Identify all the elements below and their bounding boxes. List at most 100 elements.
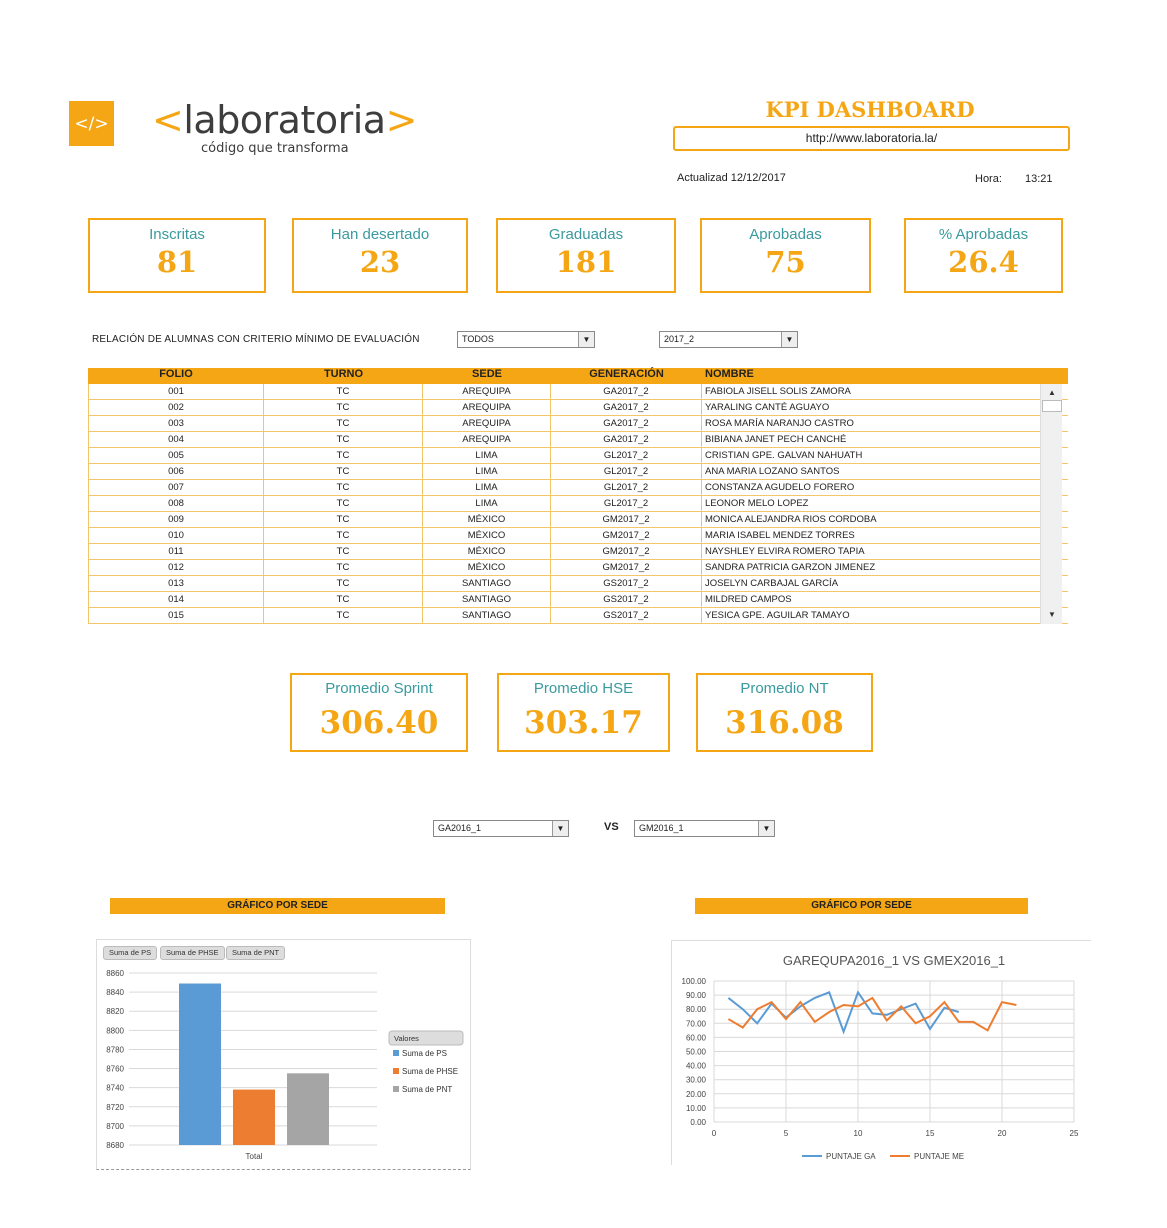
bar-chart-container: Suma de PS Suma de PHSE Suma de PNT 8680… bbox=[96, 939, 471, 1170]
table-row[interactable]: 008 TC LIMA GL2017_2 LEONOR MELO LOPEZ bbox=[88, 496, 1068, 512]
compare-left-dropdown[interactable]: GA2016_1 ▼ bbox=[433, 820, 569, 837]
cell-nombre: YESICA GPE. AGUILAR TAMAYO bbox=[705, 610, 850, 621]
table-row[interactable]: 013 TC SANTIAGO GS2017_2 JOSELYN CARBAJAL GA… bbox=[88, 576, 1068, 592]
sede-dropdown[interactable]: TODOS ▼ bbox=[457, 331, 595, 348]
cell-nombre: SANDRA PATRICIA GARZON JIMENEZ bbox=[705, 562, 876, 573]
legend-label: Suma de PHSE bbox=[402, 1067, 458, 1076]
table-row[interactable]: 003 TC AREQUIPA GA2017_2 ROSA MARÍA NARANJO … bbox=[88, 416, 1068, 432]
hora-label: Hora: bbox=[975, 173, 1002, 185]
x-tick-label: 0 bbox=[712, 1129, 717, 1138]
table-row[interactable]: 015 TC SANTIAGO GS2017_2 YESICA GPE. AGUILAR… bbox=[88, 608, 1068, 624]
table-row[interactable]: 011 TC MÉXICO GM2017_2 NAYSHLEY ELVIRA ROMER… bbox=[88, 544, 1068, 560]
url-link[interactable]: http://www.laboratoria.la/ bbox=[673, 126, 1070, 151]
cell-folio: 001 bbox=[88, 384, 264, 399]
kpi-label: Han desertado bbox=[330, 226, 430, 243]
avg-label: Promedio NT bbox=[740, 680, 829, 697]
chevron-down-icon[interactable]: ▼ bbox=[578, 332, 594, 347]
x-tick-label: 20 bbox=[998, 1129, 1007, 1138]
avg-label: Promedio Sprint bbox=[325, 680, 433, 697]
table-scrollbar[interactable]: ▲ ▼ bbox=[1040, 384, 1062, 624]
filter-label: RELACIÓN DE ALUMNAS CON CRITERIO MÍNIMO … bbox=[92, 334, 420, 345]
cell-sede: AREQUIPA bbox=[423, 400, 551, 415]
table-row[interactable]: 007 TC LIMA GL2017_2 CONSTANZA AGUDELO FORER… bbox=[88, 480, 1068, 496]
y-tick-label: 8740 bbox=[106, 1084, 124, 1093]
kpi-value: 81 bbox=[156, 245, 198, 279]
cell-turno: TC bbox=[264, 496, 423, 511]
legend-label: Suma de PNT bbox=[402, 1085, 452, 1094]
cell-generacion: GA2017_2 bbox=[551, 400, 702, 415]
kpi-value: 26.4 bbox=[948, 245, 1019, 279]
cell-folio: 006 bbox=[88, 464, 264, 479]
cell-nombre: MONICA ALEJANDRA RIOS CORDOBA bbox=[705, 514, 877, 525]
bar-suma-de-pnt bbox=[287, 1073, 329, 1145]
col-header-nombre: NOMBRE bbox=[705, 368, 754, 380]
y-tick-label: 8720 bbox=[106, 1103, 124, 1112]
compare-right-dropdown[interactable]: GM2016_1 ▼ bbox=[634, 820, 775, 837]
cell-generacion: GL2017_2 bbox=[551, 448, 702, 463]
cell-generacion: GM2017_2 bbox=[551, 544, 702, 559]
cell-folio: 009 bbox=[88, 512, 264, 527]
cell-generacion: GL2017_2 bbox=[551, 480, 702, 495]
x-tick-label: 25 bbox=[1070, 1129, 1079, 1138]
dashboard-title: KPI DASHBOARD bbox=[765, 97, 975, 122]
cell-sede: LIMA bbox=[423, 480, 551, 495]
scroll-up-icon[interactable]: ▲ bbox=[1042, 386, 1062, 400]
avg-label: Promedio HSE bbox=[533, 680, 634, 697]
cell-folio: 014 bbox=[88, 592, 264, 607]
table-row[interactable]: 002 TC AREQUIPA GA2017_2 YARALING CANTÉ AGUA… bbox=[88, 400, 1068, 416]
y-tick-label: 40.00 bbox=[686, 1062, 707, 1071]
x-category-label: Total bbox=[246, 1152, 263, 1161]
kpi-card-graduadas: Graduadas 181 bbox=[496, 218, 676, 293]
kpi-label: Graduadas bbox=[548, 226, 624, 243]
legend-swatch bbox=[393, 1050, 399, 1056]
y-tick-label: 8800 bbox=[106, 1026, 124, 1035]
table-row[interactable]: 009 TC MÉXICO GM2017_2 MONICA ALEJANDRA RIOS… bbox=[88, 512, 1068, 528]
y-tick-label: 8680 bbox=[106, 1141, 124, 1150]
bar-chart: 8680 8700 8720 8740 8760 8780 8800 8820 8840 8860… bbox=[106, 969, 464, 1161]
cell-sede: SANTIAGO bbox=[423, 576, 551, 591]
cell-nombre: FABIOLA JISELL SOLIS ZAMORA bbox=[705, 386, 851, 397]
cell-nombre: YARALING CANTÉ AGUAYO bbox=[705, 402, 830, 413]
cell-generacion: GA2017_2 bbox=[551, 384, 702, 399]
chevron-down-icon[interactable]: ▼ bbox=[552, 821, 568, 836]
cell-turno: TC bbox=[264, 528, 423, 543]
cell-folio: 004 bbox=[88, 432, 264, 447]
legend-title: Valores bbox=[394, 1034, 419, 1043]
generation-dropdown[interactable]: 2017_2 ▼ bbox=[659, 331, 798, 348]
x-tick-label: 10 bbox=[854, 1129, 863, 1138]
vs-label: VS bbox=[604, 821, 619, 833]
y-tick-label: 50.00 bbox=[686, 1048, 707, 1057]
compare-left-value: GA2016_1 bbox=[438, 823, 482, 833]
y-tick-label: 8840 bbox=[106, 988, 124, 997]
table-row[interactable]: 010 TC MÉXICO GM2017_2 MARIA ISABEL MENDEZ T… bbox=[88, 528, 1068, 544]
cell-turno: TC bbox=[264, 448, 423, 463]
y-tick-label: 20.00 bbox=[686, 1090, 707, 1099]
chevron-down-icon[interactable]: ▼ bbox=[781, 332, 797, 347]
kpi-value: 181 bbox=[555, 245, 617, 279]
cell-generacion: GL2017_2 bbox=[551, 496, 702, 511]
cell-generacion: GA2017_2 bbox=[551, 416, 702, 431]
table-row[interactable]: 004 TC AREQUIPA GA2017_2 BIBIANA JANET PECH … bbox=[88, 432, 1068, 448]
kpi-card-pct-aprobadas: % Aprobadas 26.4 bbox=[904, 218, 1063, 293]
chart-title: GAREQUPA2016_1 VS GMEX2016_1 bbox=[783, 953, 1005, 968]
cell-sede: LIMA bbox=[423, 448, 551, 463]
table-row[interactable]: 001 TC AREQUIPA GA2017_2 FABIOLA JISELL SOLI… bbox=[88, 384, 1068, 400]
scroll-thumb[interactable] bbox=[1042, 400, 1062, 412]
cell-generacion: GM2017_2 bbox=[551, 528, 702, 543]
cell-folio: 007 bbox=[88, 480, 264, 495]
cell-turno: TC bbox=[264, 576, 423, 591]
y-tick-label: 8780 bbox=[106, 1045, 124, 1054]
table-row[interactable]: 012 TC MÉXICO GM2017_2 SANDRA PATRICIA GARZO… bbox=[88, 560, 1068, 576]
col-header-generacion: GENERACIÓN bbox=[589, 368, 664, 380]
table-row[interactable]: 005 TC LIMA GL2017_2 CRISTIAN GPE. GALVAN NA… bbox=[88, 448, 1068, 464]
kpi-value: 75 bbox=[765, 245, 806, 279]
cell-nombre: BIBIANA JANET PECH CANCHÉ bbox=[705, 434, 847, 445]
chevron-down-icon[interactable]: ▼ bbox=[758, 821, 774, 836]
y-tick-label: 100.00 bbox=[682, 977, 707, 986]
kpi-label: % Aprobadas bbox=[938, 226, 1029, 243]
scroll-down-icon[interactable]: ▼ bbox=[1042, 608, 1062, 622]
table-row[interactable]: 006 TC LIMA GL2017_2 ANA MARIA LOZANO SANTOS bbox=[88, 464, 1068, 480]
cell-turno: TC bbox=[264, 416, 423, 431]
table-row[interactable]: 014 TC SANTIAGO GS2017_2 MILDRED CAMPOS bbox=[88, 592, 1068, 608]
legend-label: PUNTAJE ME bbox=[914, 1152, 964, 1161]
